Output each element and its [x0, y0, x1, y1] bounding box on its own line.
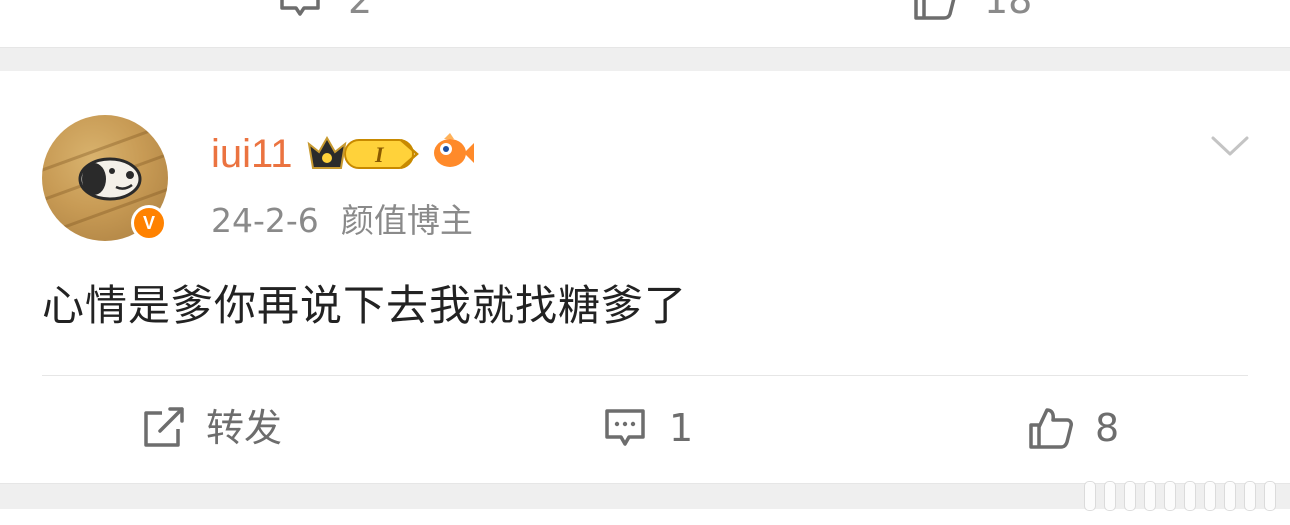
divider [42, 375, 1248, 376]
membership-level-badge[interactable]: I [305, 132, 423, 178]
username[interactable]: iui11 [211, 129, 293, 179]
level-badge-text: I [374, 142, 385, 167]
comment-count: 1 [669, 406, 694, 450]
post-content: 心情是爹你再说下去我就找糖爹了 [42, 281, 688, 330]
previous-comment-button[interactable]: 2 [278, 0, 372, 22]
previous-post-action-bar: 2 18 [0, 0, 1290, 47]
user-tag: 颜值博主 [340, 201, 473, 240]
fish-badge-icon[interactable] [430, 131, 476, 177]
previous-comment-count: 2 [348, 0, 373, 22]
post-date: 24-2-6 [211, 201, 319, 240]
next-post-strip [0, 509, 1290, 525]
previous-like-count: 18 [984, 0, 1033, 22]
section-separator [0, 47, 1290, 71]
like-count: 8 [1095, 406, 1120, 450]
watermark [1084, 481, 1276, 511]
comment-icon [605, 409, 645, 446]
crown-icon: I [307, 135, 419, 169]
repost-button[interactable]: 转发 [142, 400, 282, 456]
like-button[interactable]: 8 [1027, 400, 1119, 456]
like-icon [1029, 408, 1073, 449]
comment-button[interactable]: 1 [603, 400, 693, 456]
previous-like-button[interactable]: 18 [912, 0, 1032, 22]
like-icon [914, 0, 956, 20]
repost-label: 转发 [206, 406, 283, 450]
verified-badge-letter: V [142, 212, 155, 233]
verified-icon: V [131, 205, 167, 241]
comment-icon [280, 0, 320, 16]
chevron-down-icon [1211, 136, 1249, 156]
avatar-dog-icon [78, 157, 142, 201]
more-options-button[interactable] [1210, 130, 1250, 160]
post-meta: 24-2-6 颜值博主 [211, 199, 473, 243]
repost-icon [144, 407, 184, 447]
